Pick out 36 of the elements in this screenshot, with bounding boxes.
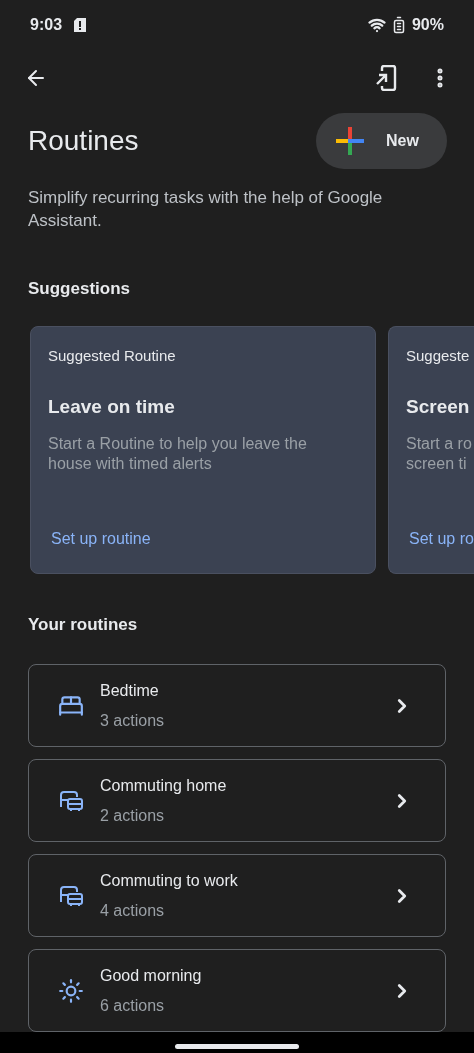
card-title: Screen — [406, 395, 471, 419]
page-title: Routines — [28, 127, 139, 155]
routine-item[interactable]: Bedtime 3 actions — [28, 664, 446, 747]
routine-action-count: 4 actions — [100, 900, 166, 921]
phone-cast-icon[interactable] — [374, 65, 398, 91]
bus-and-car-icon — [58, 884, 84, 907]
card-eyebrow: Suggested Routine — [48, 345, 177, 366]
card-description: Start a ro — [406, 433, 473, 454]
setup-routine-link[interactable]: Set up routine — [51, 526, 331, 551]
routine-action-count: 2 actions — [100, 805, 166, 826]
new-routine-button[interactable]: New — [316, 113, 447, 169]
battery-level: 90% — [411, 15, 444, 35]
routine-name: Good morning — [100, 965, 203, 986]
routine-name: Commuting to work — [100, 870, 239, 891]
sun-icon — [58, 977, 84, 1004]
wifi-icon — [367, 16, 386, 34]
plus-icon — [336, 127, 364, 155]
home-indicator[interactable] — [175, 1043, 299, 1049]
routine-name: Bedtime — [100, 680, 160, 701]
section-heading: Suggestions — [27, 278, 131, 300]
routine-name: Commuting home — [100, 775, 228, 796]
setup-routine-link[interactable]: Set up ro — [409, 526, 474, 551]
sim-alert-icon — [74, 18, 87, 32]
routine-action-count: 3 actions — [100, 710, 166, 731]
card-description: Start a Routine to help you leave the house with timed alerts — [48, 433, 308, 474]
status-time: 9:03 — [30, 15, 63, 35]
card-title: Leave on time — [48, 395, 176, 419]
routine-item[interactable]: Good morning 6 actions — [28, 949, 446, 1032]
page-description: Simplify recurring tasks with the help of Google Assistant. — [27, 187, 384, 232]
card-description: screen ti — [406, 453, 468, 474]
routine-item[interactable]: Commuting to work 4 actions — [28, 854, 446, 937]
bus-and-car-icon — [58, 789, 84, 812]
routine-item[interactable]: Commuting home 2 actions — [28, 759, 446, 842]
routine-action-count: 6 actions — [100, 995, 166, 1016]
card-eyebrow: Suggeste — [406, 345, 471, 366]
section-heading: Your routines — [27, 613, 139, 636]
